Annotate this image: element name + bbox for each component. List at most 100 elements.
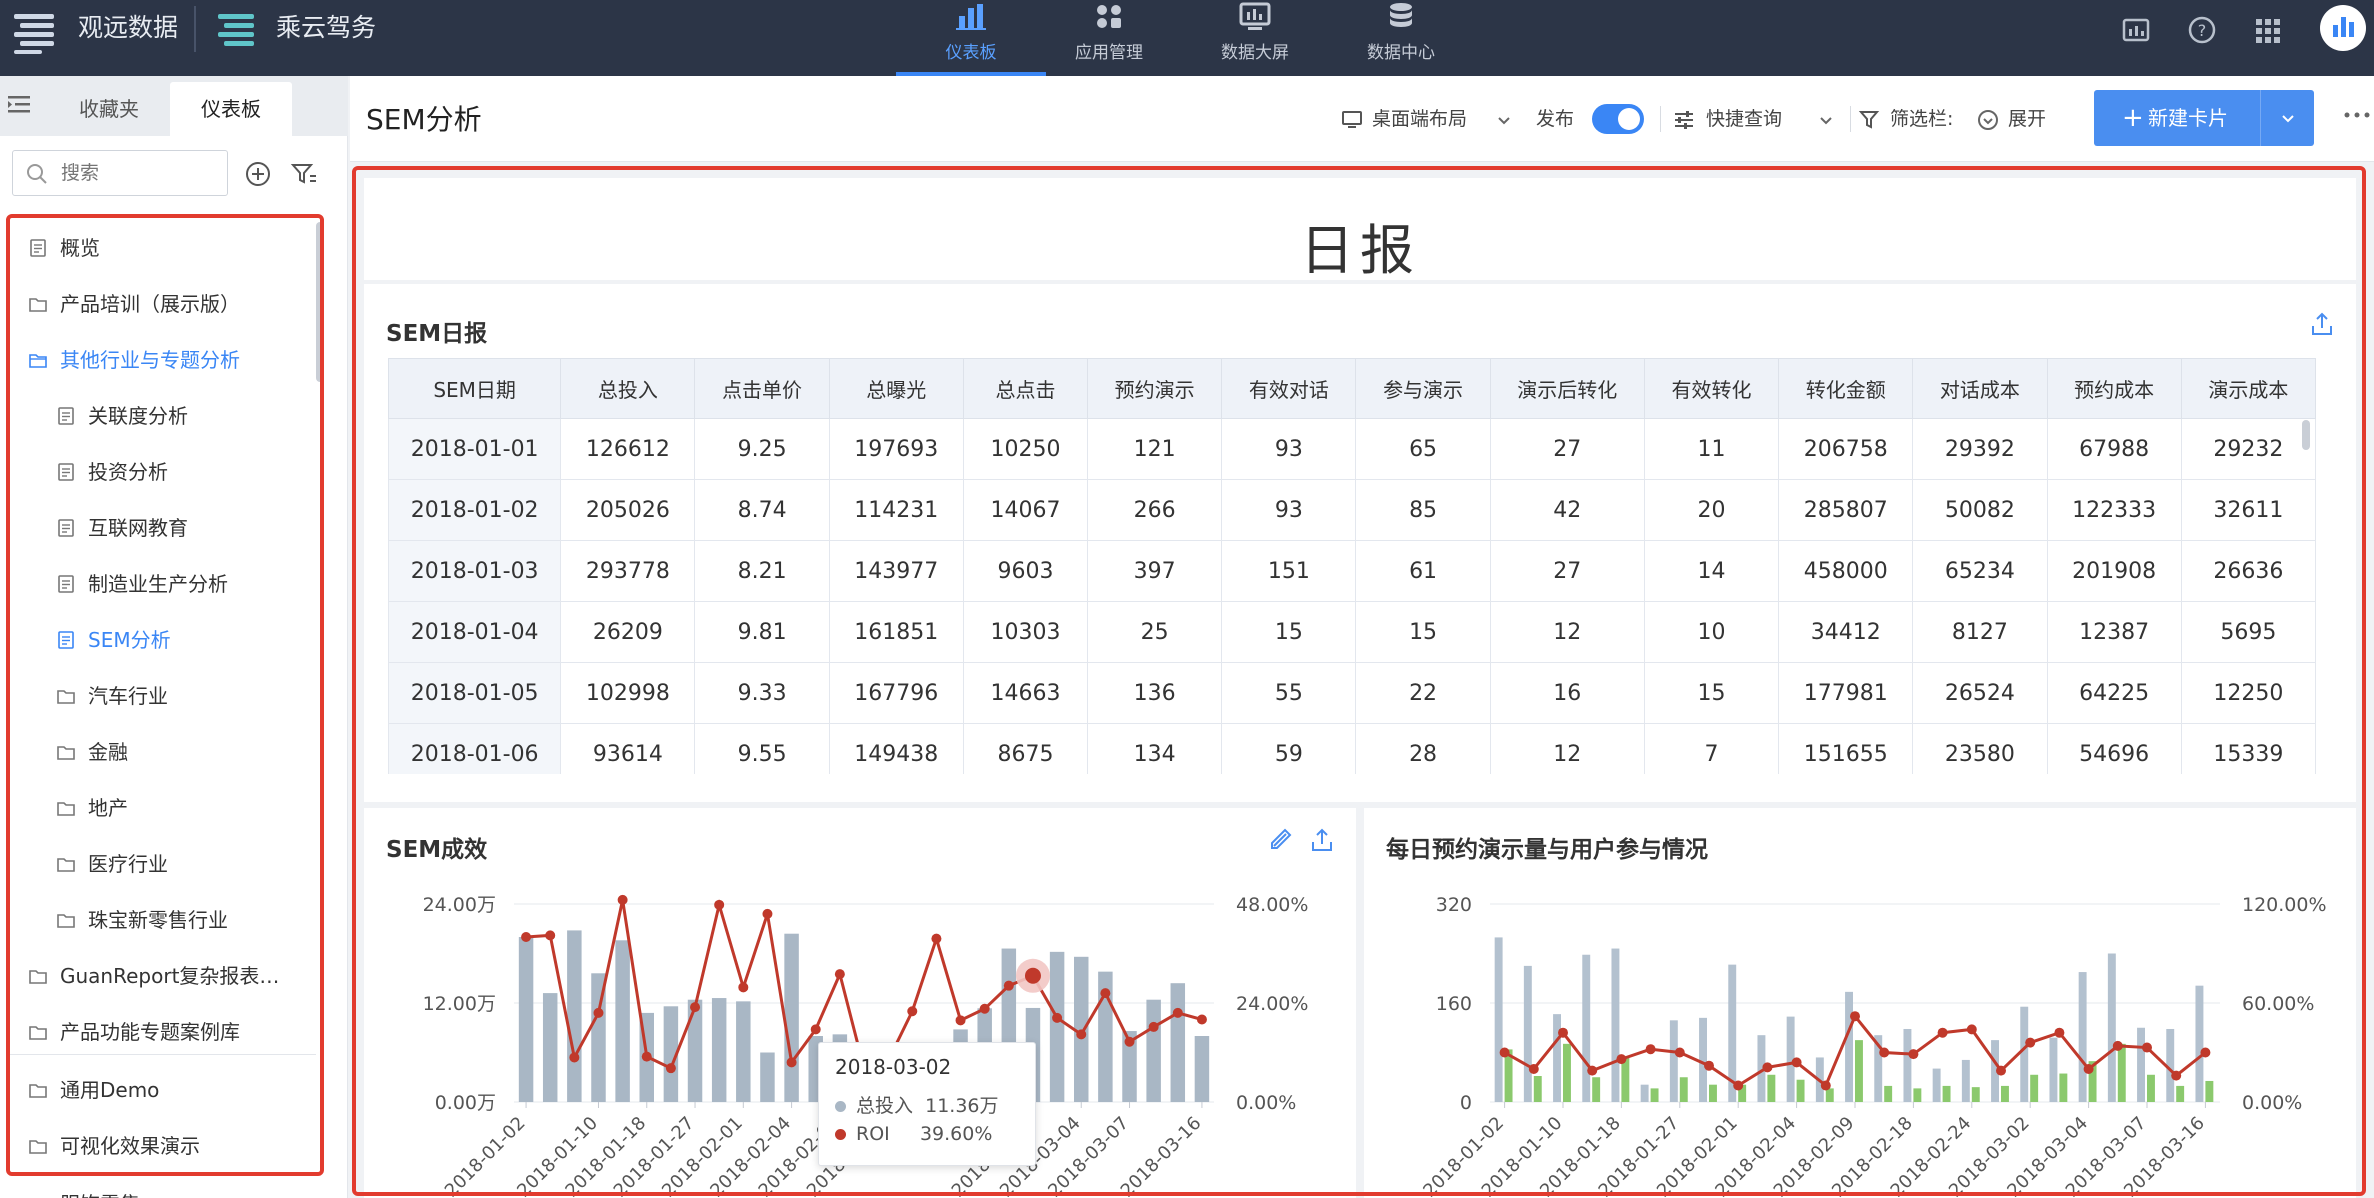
tab-favorites[interactable]: 收藏夹 — [48, 82, 170, 136]
nav-tab-data-center[interactable]: 数据中心 — [1326, 0, 1476, 76]
folder-icon — [57, 746, 75, 760]
chevron-down-icon[interactable] — [1814, 108, 1838, 132]
column-header[interactable]: SEM日期 — [388, 358, 562, 419]
table-cell: 16 — [1489, 662, 1645, 724]
help-icon[interactable]: ? — [2184, 12, 2220, 48]
chevron-down-icon[interactable] — [1492, 108, 1516, 132]
line-point — [1820, 1080, 1831, 1091]
column-header[interactable]: 对话成本 — [1912, 358, 2048, 419]
table-row[interactable]: 2018-01-01 126612 9.25 197693 10250 121 93 65 27… — [388, 418, 2316, 480]
more-options-icon[interactable] — [2340, 100, 2374, 130]
table-row[interactable]: 2018-01-02 205026 8.74 114231 14067 266 93 85 42… — [388, 479, 2316, 541]
y-right-tick-label: 60.00% — [2242, 993, 2314, 1015]
nav-tab-dashboard[interactable]: 仪表板 — [896, 0, 1046, 76]
publish-toggle[interactable] — [1592, 104, 1644, 134]
export-icon[interactable] — [2308, 310, 2336, 338]
collapse-sidebar-icon[interactable] — [4, 90, 34, 120]
column-header[interactable]: 总投入 — [560, 358, 696, 419]
table-row[interactable]: 2018-01-06 93614 9.55 149438 8675 134 59 28 12 7 1… — [388, 723, 2316, 774]
table-row[interactable]: 2018-01-04 26209 9.81 161851 10303 25 15 15 12 10… — [388, 601, 2316, 663]
filter-icon[interactable] — [290, 160, 318, 188]
column-header[interactable]: 演示后转化 — [1489, 358, 1645, 419]
sidebar-item[interactable]: 投资分析 — [10, 444, 322, 500]
nav-tab-app-management[interactable]: 应用管理 — [1034, 0, 1184, 76]
table-row[interactable]: 2018-01-03 293778 8.21 143977 9603 397 151 61 27… — [388, 540, 2316, 602]
column-header[interactable]: 演示成本 — [2180, 358, 2316, 419]
sidebar-item[interactable]: 产品培训（展示版） — [10, 276, 322, 332]
y-right-tick-label: 0.00% — [1236, 1092, 1296, 1114]
sidebar-item[interactable]: 汽车行业 — [10, 668, 322, 724]
line-point — [1908, 1049, 1919, 1060]
sidebar-item[interactable]: 通用Demo — [10, 1062, 322, 1118]
table-row[interactable]: 2018-01-05 102998 9.33 167796 14663 136 55 22 16… — [388, 662, 2316, 724]
line-point — [569, 1052, 580, 1063]
bar-预约演示 — [1932, 1068, 1941, 1102]
expand-circle-icon[interactable] — [1976, 108, 2000, 132]
edit-link-icon[interactable] — [1266, 826, 1294, 854]
sidebar-item[interactable]: 关联度分析 — [10, 388, 322, 444]
sidebar-scrollbar[interactable] — [316, 222, 324, 382]
sidebar-item[interactable]: 珠宝新零售行业 — [10, 892, 322, 948]
table-cell: 27 — [1489, 418, 1645, 480]
nav-tab-data-screen[interactable]: 数据大屏 — [1180, 0, 1330, 76]
column-header[interactable]: 参与演示 — [1355, 358, 1491, 419]
sidebar-item[interactable]: SEM分析 — [10, 612, 322, 668]
sidebar-item[interactable]: GuanReport复杂报表… — [10, 948, 322, 1004]
sidebar-item[interactable]: 服饰零售 — [10, 1176, 322, 1198]
sidebar-item[interactable]: 可视化效果演示 — [10, 1118, 322, 1174]
column-header[interactable]: 转化金额 — [1778, 358, 1914, 419]
table-cell: 5695 — [2180, 601, 2316, 663]
column-header[interactable]: 有效转化 — [1643, 358, 1780, 419]
line-point — [1791, 1057, 1802, 1068]
app-grid-icon[interactable] — [2250, 12, 2286, 48]
search-input[interactable] — [61, 159, 221, 187]
page-title: SEM分析 — [366, 103, 482, 136]
sidebar-item[interactable]: 互联网教育 — [10, 500, 322, 556]
bar-参与演示 — [2059, 1073, 2068, 1102]
sidebar-divider — [10, 1054, 316, 1055]
sidebar-item[interactable]: 产品功能专题案例库 — [10, 1004, 322, 1060]
user-avatar[interactable] — [2320, 5, 2366, 51]
line-point — [1076, 1029, 1087, 1040]
bar-预约演示 — [1699, 1017, 1707, 1102]
bar-参与演示 — [2117, 1043, 2126, 1102]
add-icon[interactable] — [244, 160, 272, 188]
search-box[interactable] — [12, 150, 228, 196]
layout-selector[interactable]: 桌面端布局 — [1372, 104, 1467, 134]
column-header[interactable]: 预约成本 — [2046, 358, 2182, 419]
bar-预约演示 — [1582, 954, 1591, 1102]
column-header[interactable]: 预约演示 — [1087, 358, 1223, 419]
column-header[interactable]: 总曝光 — [828, 358, 964, 419]
tooltip-row: 总投入 11.36万 — [835, 1091, 999, 1118]
column-header[interactable]: 点击单价 — [694, 358, 830, 419]
line-point — [2083, 1064, 2094, 1074]
column-header[interactable]: 有效对话 — [1221, 358, 1357, 419]
divider — [1850, 106, 1851, 132]
report-icon[interactable] — [2118, 12, 2154, 48]
table-scrollbar[interactable] — [2302, 420, 2310, 450]
table-cell: 22 — [1355, 662, 1491, 724]
table-cell: 9603 — [962, 540, 1089, 602]
sidebar-item[interactable]: 其他行业与专题分析 — [10, 332, 322, 388]
new-card-button[interactable]: + 新建卡片 — [2094, 90, 2260, 146]
expand-filter-button[interactable]: 展开 — [2008, 104, 2046, 134]
sidebar-item-label: 可视化效果演示 — [60, 1134, 200, 1158]
line-point — [834, 969, 845, 980]
sidebar-item[interactable]: 概览 — [10, 220, 322, 276]
daily-demo-chart[interactable]: 0 0.00%160 60.00%320 120.00%2018-01-022018-… — [1364, 870, 2356, 1198]
chart-tooltip: 2018-03-02 总投入 11.36万 ROI 39.60% — [818, 1042, 1036, 1166]
new-card-dropdown-button[interactable] — [2260, 90, 2314, 146]
column-header[interactable]: 总点击 — [962, 358, 1089, 419]
bar-总投入 — [518, 937, 534, 1102]
sidebar-item[interactable]: 地产 — [10, 780, 322, 836]
bar-预约演示 — [1494, 937, 1503, 1102]
database-icon — [1390, 3, 1412, 27]
tab-dashboards[interactable]: 仪表板 — [170, 82, 292, 136]
sidebar-item[interactable]: 金融 — [10, 724, 322, 780]
guandata-logo-icon[interactable] — [8, 6, 60, 58]
sidebar-item[interactable]: 医疗行业 — [10, 836, 322, 892]
quick-query-button[interactable]: 快捷查询 — [1706, 104, 1782, 134]
sidebar-item[interactable]: 制造业生产分析 — [10, 556, 322, 612]
sem-daily-table-wrapper[interactable]: SEM日期 总投入 点击单价 总曝光 总点击 预约演示 有效对话 参与演示 演示后转化 有效转化转… — [388, 358, 2316, 774]
export-icon[interactable] — [1308, 826, 1336, 854]
